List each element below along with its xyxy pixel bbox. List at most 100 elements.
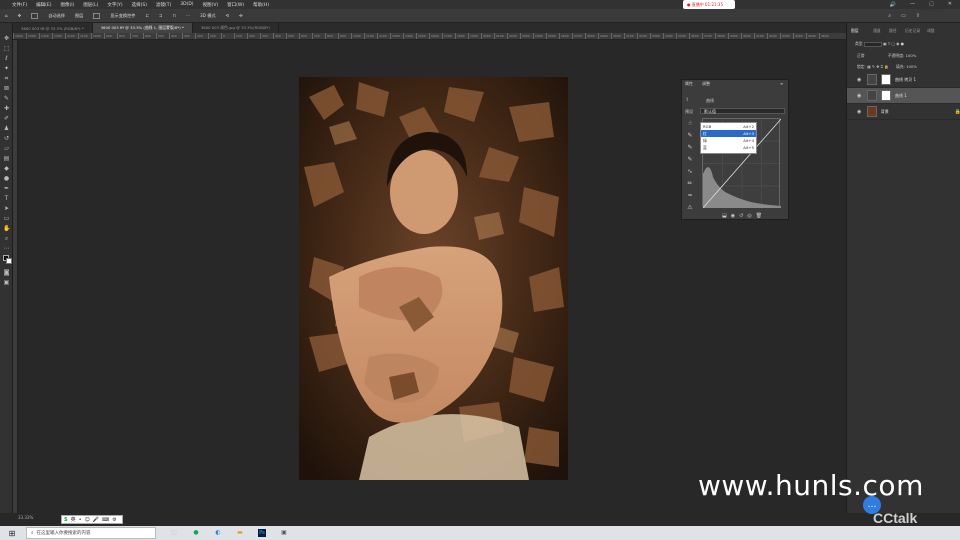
minimize-icon[interactable]: — [910, 1, 915, 7]
move-tool-icon[interactable]: ✥ [18, 13, 22, 18]
layer-select-dropdown[interactable]: 图层 [75, 13, 83, 19]
doc-tab-active[interactable]: 3600 003 fff @ 33.3% (曲线 1, 图层蒙版/8*) * [92, 23, 193, 33]
smooth-icon[interactable]: ≈ [686, 192, 694, 199]
rotate-3d-icon[interactable]: ⟲ [226, 13, 230, 18]
tab-adjustments[interactable]: 调整 [702, 81, 710, 87]
workspace-icon[interactable]: ▭ [901, 13, 906, 19]
document-image[interactable] [299, 77, 568, 480]
store-icon[interactable]: ▣ [280, 529, 288, 537]
menu-file[interactable]: 文件(F) [12, 2, 27, 8]
clock[interactable]: 14:02 2022/1/14 [921, 1, 942, 13]
reset-icon[interactable]: ↺ [739, 213, 743, 219]
gray-point-eyedropper-icon[interactable]: ✎ [686, 144, 694, 151]
gradient-icon[interactable]: ▤ [3, 155, 10, 162]
tab-paths[interactable]: 路径 [889, 28, 897, 34]
network-icon[interactable]: ⌸ [881, 2, 884, 8]
eyedropper-icon[interactable]: ✎ [3, 95, 10, 102]
ime-keyboard-icon[interactable]: ⌨ [102, 517, 109, 523]
photoshop-icon[interactable]: Ps [258, 529, 266, 537]
tab-history[interactable]: 历史记录 [905, 28, 920, 34]
menu-image[interactable]: 图像(I) [60, 2, 74, 8]
zoom-icon[interactable]: ⌕ [3, 235, 10, 242]
black-point-eyedropper-icon[interactable]: ✎ [686, 132, 694, 139]
path-select-icon[interactable]: ➤ [3, 205, 10, 212]
channel-option-rgb[interactable]: RGB Alt+2 [701, 123, 756, 130]
layer-row-selected[interactable]: ◉ 曲线 1 [847, 88, 960, 104]
show-transform-checkbox[interactable] [93, 12, 101, 19]
windows-start-icon[interactable]: ⊞ [6, 529, 18, 538]
clipping-warning-icon[interactable]: ⚠ [686, 204, 694, 211]
file-explorer-icon[interactable]: ▬ [236, 529, 244, 537]
menu-select[interactable]: 选择(S) [132, 2, 147, 8]
ime-emoji-icon[interactable]: ☺ [85, 517, 90, 523]
zoom-level[interactable]: 33.33% [18, 515, 33, 520]
menu-filter[interactable]: 滤镜(T) [156, 2, 171, 8]
ime-voice-icon[interactable]: 🎤 [93, 517, 99, 523]
tab-layers[interactable]: 图层 [851, 28, 859, 34]
hand-icon[interactable]: ✋ [3, 225, 10, 232]
layer-row[interactable]: ◉ 曲线 拷贝 1 [847, 72, 960, 88]
home-icon[interactable]: ⌂ [5, 13, 8, 18]
quick-mask-icon[interactable]: ◙ [3, 269, 10, 276]
filter-kind[interactable]: 类型 [855, 41, 863, 46]
background-color-swatch[interactable] [6, 258, 12, 264]
tab-channels[interactable]: 通道 [873, 28, 881, 34]
dodge-icon[interactable]: ● [3, 175, 10, 182]
more-tools-icon[interactable]: ⋯ [3, 245, 10, 252]
marquee-icon[interactable]: ⬚ [3, 45, 10, 52]
eraser-icon[interactable]: ▱ [3, 145, 10, 152]
crop-icon[interactable]: ⌗ [3, 75, 10, 82]
align-top-icon[interactable]: ⊓ [173, 13, 176, 18]
view-previous-icon[interactable]: ◉ [731, 213, 735, 219]
stamp-icon[interactable]: ♟ [3, 125, 10, 132]
chevron-up-icon[interactable]: ˄ [872, 2, 875, 8]
ime-settings-icon[interactable]: ⚙ [112, 517, 116, 523]
lasso-icon[interactable]: ℓ [3, 55, 10, 62]
channel-option-green[interactable]: 绿 Alt+4 [701, 137, 756, 144]
pen-icon[interactable]: ✒ [3, 185, 10, 192]
search-icon[interactable]: ⌕ [888, 13, 891, 19]
layer-row[interactable]: ◉ 背景 🔒 [847, 104, 960, 120]
taskbar-search[interactable]: ⌕ 在这里输入你要搜索的内容 [26, 527, 156, 539]
channel-dropdown-menu[interactable]: RGB Alt+2 红 Alt+3 绿 Alt+4 蓝 Alt+5 [700, 122, 757, 154]
ime-punct-icon[interactable]: • [79, 517, 82, 523]
on-image-adjust-icon[interactable]: ☝ [686, 120, 694, 127]
menu-help[interactable]: 帮助(H) [253, 2, 269, 8]
tab-properties[interactable]: 属性 [685, 81, 693, 87]
share-icon[interactable]: ⇪ [916, 13, 920, 19]
history-brush-icon[interactable]: ↺ [3, 135, 10, 142]
clip-to-layer-icon[interactable]: ⬓ [722, 213, 727, 219]
pan-3d-icon[interactable]: ✣ [239, 13, 243, 18]
menu-type[interactable]: 文字(Y) [107, 2, 122, 8]
screen-mode-icon[interactable]: ▣ [3, 279, 10, 286]
auto-select-checkbox[interactable] [31, 12, 39, 19]
move-icon[interactable]: ✥ [3, 35, 10, 42]
menu-view[interactable]: 视图(V) [203, 2, 219, 8]
sogou-logo-icon[interactable]: S [64, 517, 68, 523]
doc-tab[interactable]: 3600 003 调色.jpg @ 33.3%(RGB/8*) [193, 23, 279, 33]
preset-dropdown[interactable]: 默认值 [700, 108, 785, 114]
align-center-icon[interactable]: ⊐ [159, 13, 163, 18]
task-view-icon[interactable]: ◫ [170, 529, 178, 537]
ime-mode[interactable]: 英 [71, 516, 76, 523]
white-point-eyedropper-icon[interactable]: ✎ [686, 156, 694, 163]
menu-edit[interactable]: 编辑(E) [36, 2, 51, 8]
eye-icon[interactable]: ◉ [857, 109, 863, 115]
distribute-icon[interactable]: ⋯ [186, 13, 190, 18]
tab-adjustments[interactable]: 调整 [927, 28, 935, 34]
delete-icon[interactable]: 🗑 [756, 213, 762, 219]
align-left-icon[interactable]: ⊏ [145, 13, 149, 18]
frame-icon[interactable]: ⊠ [3, 85, 10, 92]
edge-icon[interactable]: ◐ [214, 529, 222, 537]
brush-icon[interactable]: ✐ [3, 115, 10, 122]
visibility-icon[interactable]: ◎ [747, 213, 751, 219]
type-icon[interactable]: T [3, 195, 10, 202]
menu-window[interactable]: 窗口(W) [227, 2, 244, 8]
healing-icon[interactable]: ✚ [3, 105, 10, 112]
magic-wand-icon[interactable]: ✦ [3, 65, 10, 72]
opacity-value[interactable]: 100% [906, 53, 917, 58]
blur-icon[interactable]: ◆ [3, 165, 10, 172]
lock-icons[interactable]: ▦ ✎ ✥ ⌗ 🔒 [867, 64, 889, 69]
close-icon[interactable]: ✕ [948, 1, 952, 7]
wechat-icon[interactable]: ● [192, 529, 200, 537]
